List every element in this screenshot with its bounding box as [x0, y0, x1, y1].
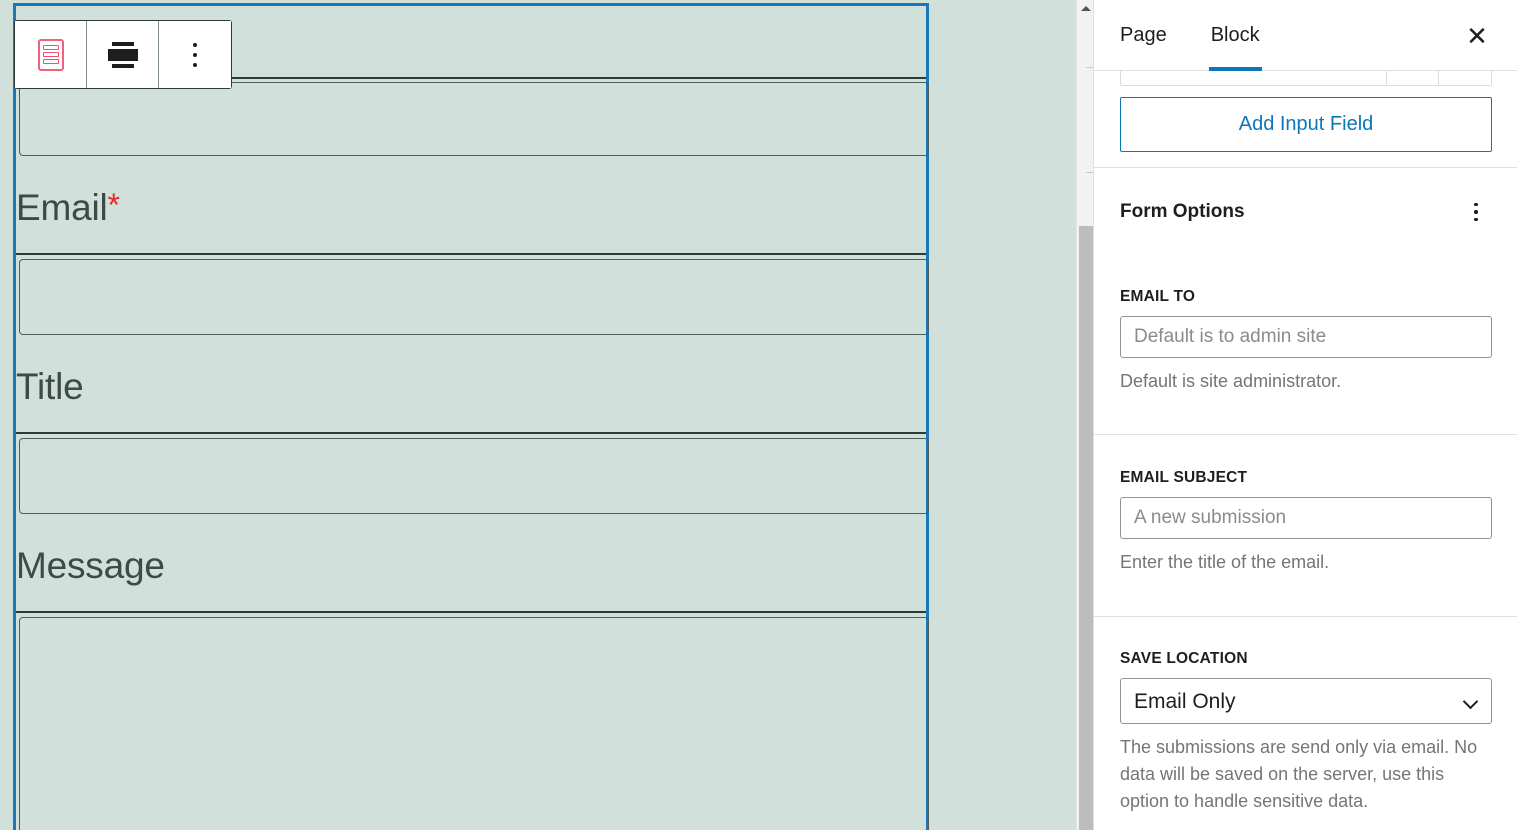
- form-input-0[interactable]: [19, 82, 929, 156]
- block-toolbar: [14, 20, 232, 89]
- close-icon: ✕: [1466, 21, 1488, 51]
- setting-help-text: Default is site administrator.: [1120, 371, 1342, 391]
- form-input-title[interactable]: [19, 438, 929, 514]
- form-field-label-text: Email: [16, 187, 108, 228]
- scrollbar-tick: [1086, 172, 1093, 173]
- panel-options-kebab-icon[interactable]: [1460, 196, 1492, 228]
- form-textarea-message[interactable]: [19, 617, 929, 830]
- setting-help-text: The submissions are send only via email.…: [1120, 737, 1478, 811]
- setting-label: EMAIL SUBJECT: [1120, 469, 1248, 486]
- scroll-up-arrow-icon[interactable]: [1077, 0, 1093, 17]
- align-button[interactable]: [87, 21, 159, 88]
- panel-divider: [1094, 434, 1517, 435]
- block-settings-sidebar: Add Input Field Form Options EMAIL TO De…: [1093, 0, 1517, 830]
- editor-canvas: Email* Title Message: [0, 0, 1093, 830]
- setting-email-subject: EMAIL SUBJECT Enter the title of the ema…: [1120, 469, 1492, 576]
- save-location-select-wrap: Email Only: [1120, 678, 1492, 724]
- app-root: Email* Title Message Add Input Field For…: [0, 0, 1534, 830]
- scrollbar-thumb[interactable]: [1079, 226, 1093, 830]
- kebab-vertical-icon: [193, 42, 197, 67]
- setting-label: EMAIL TO: [1120, 288, 1196, 305]
- scrollbar-tick: [1086, 67, 1093, 68]
- block-more-options-button[interactable]: [159, 21, 231, 88]
- save-location-select[interactable]: Email Only: [1120, 678, 1492, 724]
- selected-form-block[interactable]: Email* Title Message: [13, 3, 929, 830]
- required-asterisk: *: [107, 187, 120, 223]
- panel-divider: [1094, 167, 1517, 168]
- form-field-row: Message: [16, 517, 926, 613]
- email-to-input[interactable]: [1120, 316, 1492, 358]
- panel-title: Form Options: [1120, 201, 1245, 222]
- form-field-label: Title: [16, 368, 84, 405]
- align-center-icon: [107, 41, 138, 68]
- form-input-email[interactable]: [19, 259, 929, 335]
- add-input-field-button[interactable]: Add Input Field: [1120, 97, 1492, 152]
- setting-label: SAVE LOCATION: [1120, 650, 1248, 667]
- form-field-row: Title: [16, 338, 926, 434]
- form-block-icon-button[interactable]: [15, 21, 87, 88]
- close-sidebar-button[interactable]: ✕: [1455, 14, 1499, 58]
- form-field-label: Message: [16, 547, 165, 584]
- setting-save-location: SAVE LOCATION Email Only The submissions…: [1120, 650, 1492, 815]
- panel-divider: [1094, 616, 1517, 617]
- form-field-row: Email*: [16, 159, 926, 255]
- setting-email-to: EMAIL TO Default is site administrator.: [1120, 288, 1492, 395]
- form-options-panel-header[interactable]: Form Options: [1120, 196, 1492, 228]
- form-icon: [37, 38, 64, 71]
- tab-page[interactable]: Page: [1120, 0, 1167, 71]
- email-subject-input[interactable]: [1120, 497, 1492, 539]
- sidebar-header: Page Block ✕: [1094, 0, 1517, 71]
- setting-help-text: Enter the title of the email.: [1120, 552, 1330, 572]
- tab-block[interactable]: Block: [1208, 0, 1262, 71]
- form-field-label-text: Title: [16, 366, 84, 407]
- form-field-label: Email*: [16, 189, 120, 226]
- form-field-label-text: Message: [16, 545, 165, 586]
- canvas-scrollbar[interactable]: [1076, 0, 1093, 830]
